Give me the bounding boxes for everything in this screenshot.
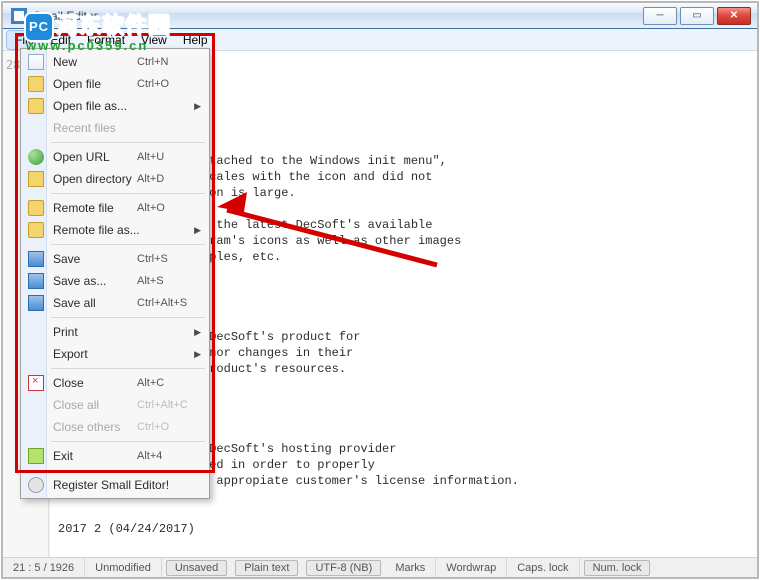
submenu-arrow-icon: ▶ [194,101,201,112]
menu-item-recent: Recent files [23,117,207,139]
open-file-icon [28,76,44,92]
titlebar: Small Editor ─ ▭ ✕ [3,3,757,29]
menu-item-register[interactable]: Register Small Editor! [23,474,207,496]
menu-item-open-directory[interactable]: Open directoryAlt+D [23,168,207,190]
status-position: 21 : 5 / 1926 [3,558,85,577]
menu-item-print[interactable]: Print▶ [23,321,207,343]
save-as-icon [28,273,44,289]
status-capslock: Caps. lock [507,558,579,577]
minimize-button[interactable]: ─ [643,7,677,25]
statusbar: 21 : 5 / 1926 Unmodified Unsaved Plain t… [3,557,757,577]
status-modified: Unmodified [85,558,162,577]
exit-icon [28,448,44,464]
globe-icon [28,149,44,165]
window-title: Small Editor [33,9,98,23]
menu-file[interactable]: File [7,31,42,49]
menu-item-open-as[interactable]: Open file as...▶ [23,95,207,117]
menu-item-exit[interactable]: ExitAlt+4 [23,445,207,467]
menu-item-save[interactable]: SaveCtrl+S [23,248,207,270]
menu-item-save-as[interactable]: Save as...Alt+S [23,270,207,292]
app-icon [11,8,27,24]
status-numlock[interactable]: Num. lock [584,560,651,576]
menu-item-new[interactable]: NewCtrl+N [23,51,207,73]
menu-item-close[interactable]: CloseAlt+C [23,372,207,394]
submenu-arrow-icon: ▶ [194,327,201,338]
open-file-icon [28,98,44,114]
save-all-icon [28,295,44,311]
status-marks: Marks [385,558,436,577]
status-filetype[interactable]: Plain text [235,560,298,576]
register-icon [28,477,44,493]
close-button[interactable]: ✕ [717,7,751,25]
menu-item-close-all: Close allCtrl+Alt+C [23,394,207,416]
folder-icon [28,171,44,187]
menu-edit[interactable]: Edit [42,31,79,49]
menu-format[interactable]: Format [79,31,133,49]
remote-file-icon [28,200,44,216]
menu-item-open[interactable]: Open fileCtrl+O [23,73,207,95]
file-menu-dropdown: NewCtrl+N Open fileCtrl+O Open file as..… [20,48,210,499]
remote-file-icon [28,222,44,238]
menu-item-remote-file-as[interactable]: Remote file as...▶ [23,219,207,241]
menu-view[interactable]: View [133,31,175,49]
close-file-icon [28,375,44,391]
submenu-arrow-icon: ▶ [194,225,201,236]
menu-help[interactable]: Help [175,31,216,49]
menu-item-export[interactable]: Export▶ [23,343,207,365]
save-icon [28,251,44,267]
status-encoding[interactable]: UTF-8 (NB) [306,560,381,576]
submenu-arrow-icon: ▶ [194,349,201,360]
menu-item-remote-file[interactable]: Remote fileAlt+O [23,197,207,219]
new-file-icon [28,54,44,70]
menu-item-close-others: Close othersCtrl+O [23,416,207,438]
status-saved[interactable]: Unsaved [166,560,227,576]
menu-item-save-all[interactable]: Save allCtrl+Alt+S [23,292,207,314]
maximize-button[interactable]: ▭ [680,7,714,25]
menu-item-open-url[interactable]: Open URLAlt+U [23,146,207,168]
status-wordwrap: Wordwrap [436,558,507,577]
